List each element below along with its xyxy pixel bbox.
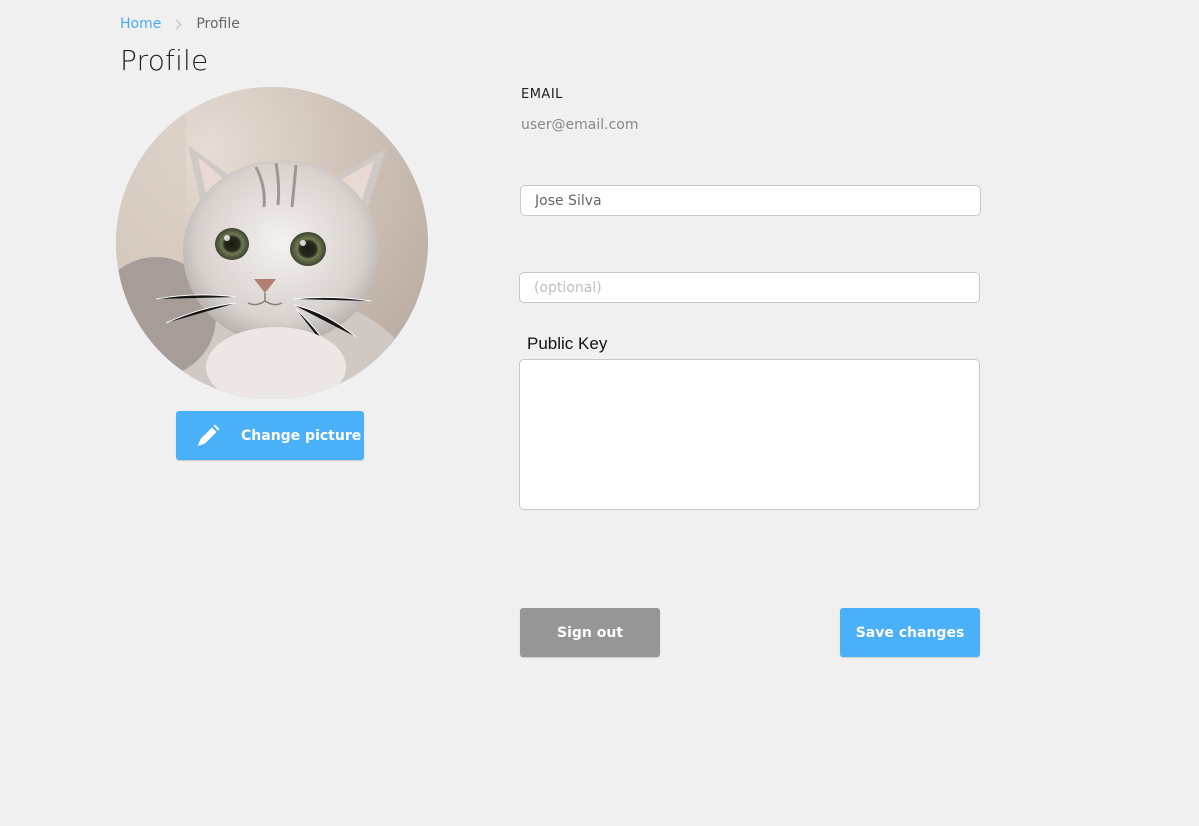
breadcrumb-current: Profile <box>196 16 240 32</box>
breadcrumb-home-link[interactable]: Home <box>120 16 161 32</box>
email-value: user@email.com <box>521 117 639 133</box>
optional-input[interactable] <box>519 272 980 303</box>
public-key-textarea[interactable] <box>519 359 980 510</box>
chevron-right-icon <box>171 19 182 29</box>
name-input[interactable] <box>520 185 981 216</box>
public-key-label: Public Key <box>527 334 608 353</box>
email-label: EMAIL <box>521 87 563 102</box>
change-picture-label: Change picture <box>241 427 362 444</box>
avatar-cat-image <box>116 87 428 399</box>
change-picture-button[interactable]: Change picture <box>176 411 364 460</box>
profile-page: Home Profile Profile Change picture EMAI… <box>0 0 1199 826</box>
sign-out-button[interactable]: Sign out <box>520 608 660 657</box>
page-title: Profile <box>120 44 209 77</box>
save-changes-button[interactable]: Save changes <box>840 608 980 657</box>
avatar <box>116 87 428 399</box>
pencil-icon <box>198 424 220 446</box>
breadcrumb: Home Profile <box>120 14 240 34</box>
